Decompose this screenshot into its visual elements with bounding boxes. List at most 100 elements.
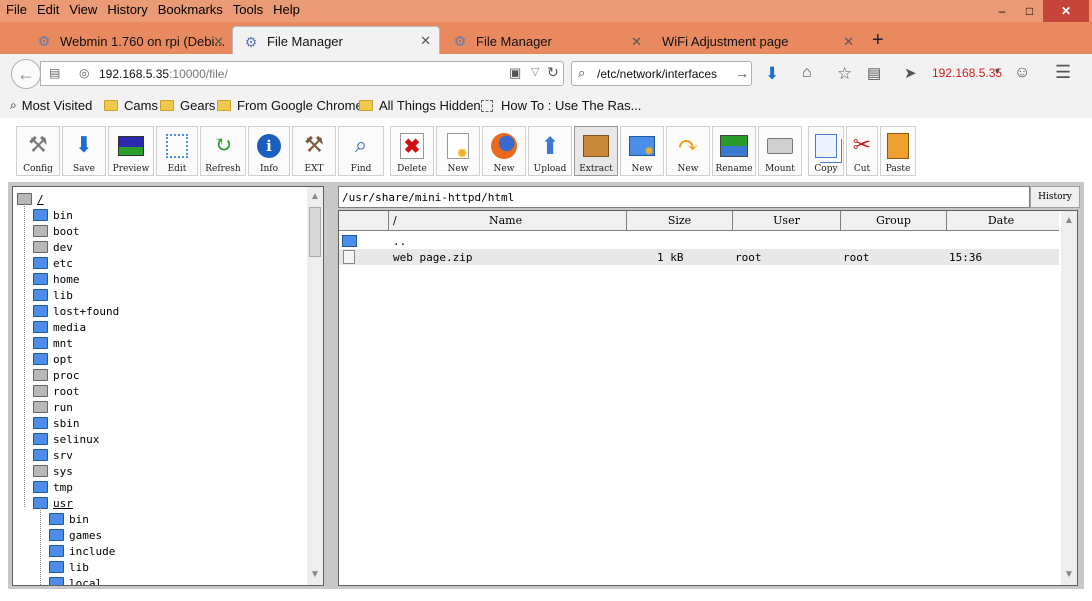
ip-address-label[interactable]: 192.168.5.35 [932, 66, 1002, 80]
tree-item-root[interactable]: root [33, 383, 80, 399]
hamburger-menu-icon[interactable]: ☰ [1055, 62, 1071, 83]
dropdown-icon[interactable]: ▽ [531, 65, 539, 78]
new-file-button[interactable]: ✹ New [436, 126, 480, 176]
menu-history[interactable]: History [107, 2, 147, 17]
smiley-icon[interactable]: ☺ [1014, 64, 1030, 82]
tree-item-run[interactable]: run [33, 399, 73, 415]
header-name[interactable]: Name [489, 211, 527, 231]
scroll-up-icon[interactable]: ▲ [309, 191, 321, 203]
bookmark-most-visited[interactable]: ⌕ Most Visited [10, 98, 92, 113]
new-link-button[interactable]: ↷ New [666, 126, 710, 176]
tree-item-etc[interactable]: etc [33, 255, 73, 271]
file-row[interactable]: web page.zip 1 kB root root 15:36 [339, 249, 1059, 265]
bookmark-star-icon[interactable]: ☆ [837, 64, 852, 84]
delete-button[interactable]: ✖ Delete [390, 126, 434, 176]
menu-bookmarks[interactable]: Bookmarks [158, 2, 223, 17]
tree-item-usr-local[interactable]: local [49, 575, 102, 585]
scroll-down-icon[interactable]: ▼ [1063, 569, 1075, 581]
tree-item-dev[interactable]: dev [33, 239, 73, 255]
close-window-button[interactable]: ✕ [1043, 0, 1089, 22]
cut-button[interactable]: ✂ Cut [846, 126, 878, 176]
tree-item-sbin[interactable]: sbin [33, 415, 80, 431]
config-button[interactable]: ⚒ Config [16, 126, 60, 176]
tree-item-mnt[interactable]: mnt [33, 335, 73, 351]
bookmark-from-google-chrome[interactable]: From Google Chrome [217, 98, 363, 113]
search-input[interactable]: /etc/network/interfaces [597, 67, 717, 81]
history-button[interactable]: History [1030, 186, 1080, 208]
upload-button[interactable]: ⬆ Upload [528, 126, 572, 176]
ip-dropdown-icon[interactable]: ▾ [995, 66, 1000, 77]
tree-item-usr-lib[interactable]: lib [49, 559, 89, 575]
close-tab-icon[interactable]: ✕ [631, 34, 642, 50]
tree-item-srv[interactable]: srv [33, 447, 73, 463]
tree-item-usr[interactable]: usr [33, 495, 73, 511]
list-scrollbar[interactable]: ▲ ▼ [1061, 211, 1077, 585]
tree-item-selinux[interactable]: selinux [33, 431, 99, 447]
tree-item-tmp[interactable]: tmp [33, 479, 73, 495]
file-name[interactable]: .. [393, 235, 406, 248]
minimize-button[interactable]: – [988, 0, 1016, 22]
tree-item-bin[interactable]: bin [33, 207, 73, 223]
preview-button[interactable]: Preview [108, 126, 154, 176]
mount-button[interactable]: Mount [758, 126, 802, 176]
header-size[interactable]: Size [627, 211, 733, 231]
header-root-slash[interactable]: / Name [389, 211, 627, 231]
find-button[interactable]: ⌕ Find [338, 126, 384, 176]
reload-icon[interactable]: ↻ [547, 64, 559, 81]
tab-wifi[interactable]: WiFi Adjustment page ✕ [652, 28, 862, 54]
tree-item-usr-games[interactable]: games [49, 527, 102, 543]
tab-webmin[interactable]: ⚙ Webmin 1.760 on rpi (Debi... ✕ [26, 28, 232, 54]
menu-file[interactable]: File [6, 2, 27, 17]
tree-item-lostfound[interactable]: lost+found [33, 303, 119, 319]
send-icon[interactable]: ➤ [904, 64, 917, 82]
close-tab-icon[interactable]: ✕ [213, 34, 224, 50]
new-browser-button[interactable]: New [482, 126, 526, 176]
header-date[interactable]: Date [947, 211, 1055, 231]
search-box[interactable]: ⌕ /etc/network/interfaces → [571, 61, 752, 86]
tree-scroll-thumb[interactable] [309, 207, 321, 257]
bookmark-gears[interactable]: Gears [160, 98, 215, 113]
tab-file-manager[interactable]: ⚙ File Manager ✕ [442, 28, 650, 54]
copy-button[interactable]: Copy [808, 126, 844, 176]
tree-item-sys[interactable]: sys [33, 463, 73, 479]
menu-edit[interactable]: Edit [37, 2, 59, 17]
back-button[interactable]: ← [11, 59, 41, 89]
bookmark-how-to[interactable]: How To : Use The Ras... [481, 98, 641, 113]
tree-item-usr-include[interactable]: include [49, 543, 115, 559]
reader-icon[interactable]: ▣ [509, 65, 521, 81]
save-button[interactable]: ⬇ Save [62, 126, 106, 176]
tree-item-usr-bin[interactable]: bin [49, 511, 89, 527]
menu-view[interactable]: View [69, 2, 97, 17]
close-tab-icon[interactable]: ✕ [420, 33, 431, 49]
tree-item-media[interactable]: media [33, 319, 86, 335]
header-user[interactable]: User [733, 211, 841, 231]
file-row[interactable]: .. [339, 233, 1059, 249]
menu-tools[interactable]: Tools [233, 2, 263, 17]
tree-item-proc[interactable]: proc [33, 367, 80, 383]
extract-button[interactable]: Extract [574, 126, 618, 176]
tree-root[interactable]: / [17, 191, 44, 207]
bookmark-all-things-hidden[interactable]: All Things Hidden [359, 98, 481, 113]
new-tab-icon[interactable]: + [872, 29, 884, 52]
download-icon[interactable]: ⬇ [765, 64, 779, 84]
header-icon-column[interactable] [339, 211, 389, 231]
maximize-button[interactable]: □ [1016, 0, 1043, 22]
tree-item-lib[interactable]: lib [33, 287, 73, 303]
scroll-up-icon[interactable]: ▲ [1063, 215, 1075, 227]
tree-scrollbar[interactable]: ▲ ▼ [307, 187, 323, 585]
tree-item-opt[interactable]: opt [33, 351, 73, 367]
tree-item-home[interactable]: home [33, 271, 80, 287]
info-button[interactable]: i Info [248, 126, 290, 176]
tab-file-manager-active[interactable]: ⚙ File Manager ✕ [232, 26, 440, 56]
menu-help[interactable]: Help [273, 2, 300, 17]
home-icon[interactable]: ⌂ [802, 64, 812, 82]
scroll-down-icon[interactable]: ▼ [309, 569, 321, 581]
path-field[interactable]: /usr/share/mini-httpd/html [338, 186, 1030, 208]
ext-button[interactable]: ⚒ EXT [292, 126, 336, 176]
edit-button[interactable]: Edit [156, 126, 198, 176]
bookmarks-list-icon[interactable]: ▤ [867, 64, 881, 82]
paste-button[interactable]: Paste [880, 126, 916, 176]
new-folder-button[interactable]: ✹ New [620, 126, 664, 176]
refresh-button[interactable]: ↻ Refresh [200, 126, 246, 176]
close-tab-icon[interactable]: ✕ [843, 34, 854, 50]
